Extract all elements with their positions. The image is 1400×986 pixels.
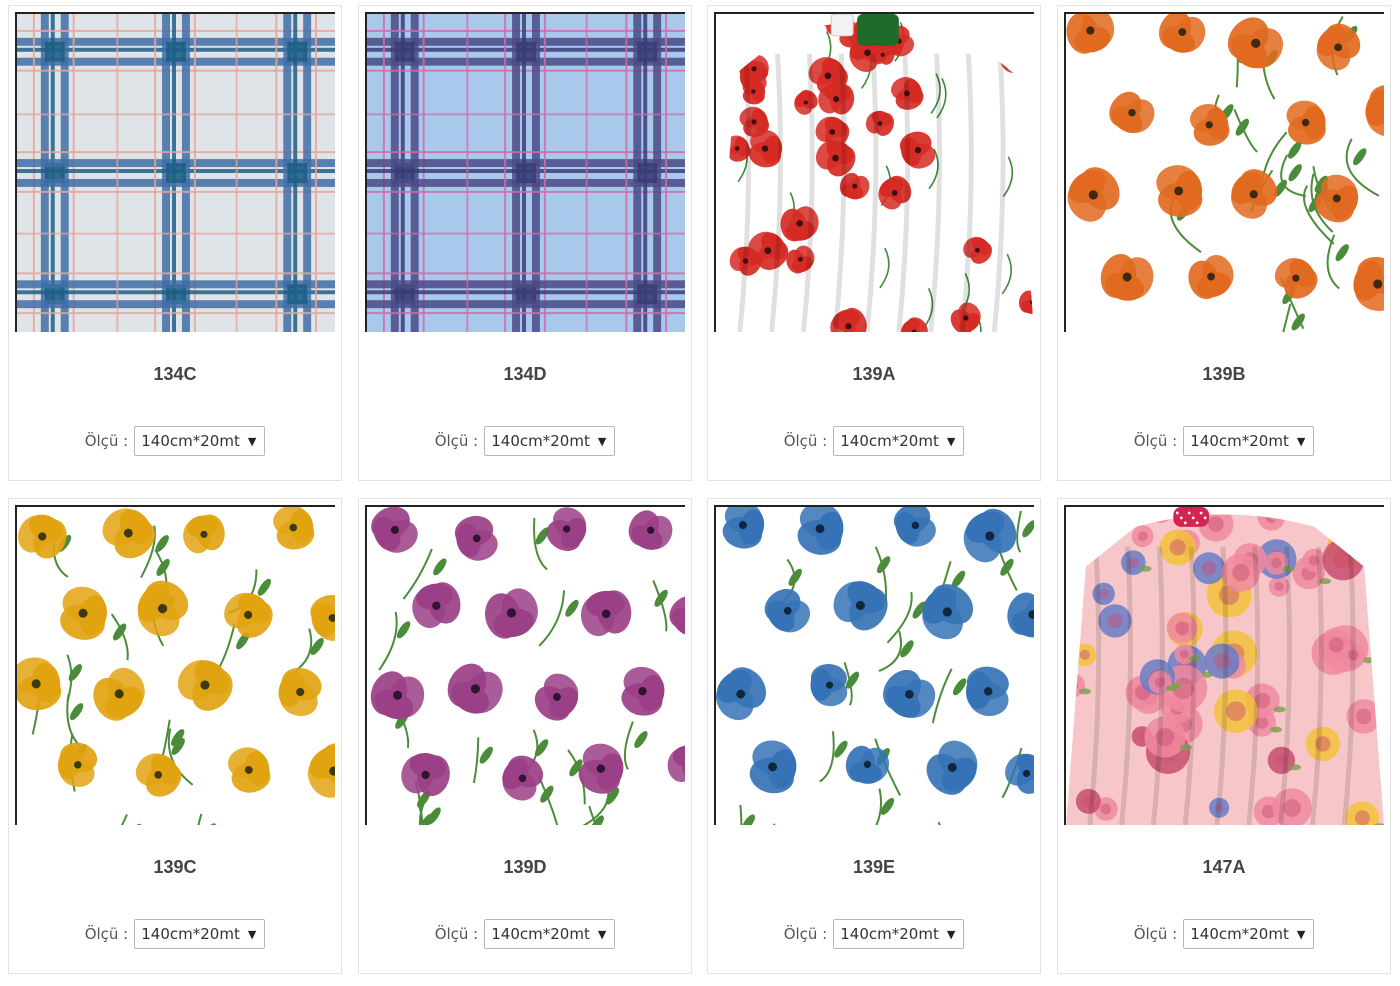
product-card[interactable]: 139D Ölçü : 140cm*20mt ▼ <box>358 498 692 974</box>
product-code[interactable]: 139C <box>9 857 341 878</box>
product-code[interactable]: 147A <box>1058 857 1390 878</box>
product-card[interactable]: 134C Ölçü : 140cm*20mt ▼ <box>8 5 342 481</box>
product-image[interactable] <box>365 505 685 825</box>
size-dropdown[interactable]: 140cm*20mt ▼ <box>1183 426 1315 456</box>
fabric-pattern <box>716 507 1034 825</box>
product-code[interactable]: 134C <box>9 364 341 385</box>
product-code[interactable]: 134D <box>359 364 691 385</box>
product-image[interactable] <box>15 505 335 825</box>
size-value: 140cm*20mt <box>1190 925 1289 943</box>
size-row: Ölçü : 140cm*20mt ▼ <box>1058 426 1390 456</box>
size-value: 140cm*20mt <box>840 925 939 943</box>
size-label: Ölçü : <box>434 925 479 943</box>
dropdown-arrow-icon: ▼ <box>946 927 956 941</box>
size-value: 140cm*20mt <box>840 432 939 450</box>
fabric-pattern <box>1066 14 1384 332</box>
fabric-pattern <box>17 14 335 332</box>
product-code[interactable]: 139A <box>708 364 1040 385</box>
fabric-pattern <box>367 507 685 825</box>
product-code[interactable]: 139B <box>1058 364 1390 385</box>
size-dropdown[interactable]: 140cm*20mt ▼ <box>1183 919 1315 949</box>
product-image[interactable] <box>365 12 685 332</box>
product-card[interactable]: 139C Ölçü : 140cm*20mt ▼ <box>8 498 342 974</box>
size-dropdown[interactable]: 140cm*20mt ▼ <box>833 919 965 949</box>
product-card[interactable]: 147A Ölçü : 140cm*20mt ▼ <box>1057 498 1391 974</box>
dropdown-arrow-icon: ▼ <box>597 927 607 941</box>
product-image[interactable] <box>1064 505 1384 825</box>
size-row: Ölçü : 140cm*20mt ▼ <box>708 919 1040 949</box>
size-value: 140cm*20mt <box>141 925 240 943</box>
dropdown-arrow-icon: ▼ <box>597 434 607 448</box>
size-row: Ölçü : 140cm*20mt ▼ <box>9 919 341 949</box>
product-image[interactable] <box>15 12 335 332</box>
size-dropdown[interactable]: 140cm*20mt ▼ <box>484 426 616 456</box>
dropdown-arrow-icon: ▼ <box>247 434 257 448</box>
size-label: Ölçü : <box>1133 925 1178 943</box>
dropdown-arrow-icon: ▼ <box>1296 434 1306 448</box>
size-dropdown[interactable]: 140cm*20mt ▼ <box>134 919 266 949</box>
dropdown-arrow-icon: ▼ <box>946 434 956 448</box>
size-row: Ölçü : 140cm*20mt ▼ <box>1058 919 1390 949</box>
fabric-pattern <box>367 14 685 332</box>
size-label: Ölçü : <box>783 432 828 450</box>
product-card[interactable]: 139B Ölçü : 140cm*20mt ▼ <box>1057 5 1391 481</box>
fabric-pattern <box>716 14 1034 332</box>
size-label: Ölçü : <box>1133 432 1178 450</box>
product-card[interactable]: 139E Ölçü : 140cm*20mt ▼ <box>707 498 1041 974</box>
product-grid: 134C Ölçü : 140cm*20mt ▼ 134D Ölçü : 140… <box>0 0 1400 986</box>
dropdown-arrow-icon: ▼ <box>247 927 257 941</box>
product-card[interactable]: 139A Ölçü : 140cm*20mt ▼ <box>707 5 1041 481</box>
size-row: Ölçü : 140cm*20mt ▼ <box>359 426 691 456</box>
size-value: 140cm*20mt <box>1190 432 1289 450</box>
product-code[interactable]: 139E <box>708 857 1040 878</box>
product-card[interactable]: 134D Ölçü : 140cm*20mt ▼ <box>358 5 692 481</box>
product-image[interactable] <box>714 505 1034 825</box>
product-image[interactable] <box>1064 12 1384 332</box>
size-dropdown[interactable]: 140cm*20mt ▼ <box>484 919 616 949</box>
product-code[interactable]: 139D <box>359 857 691 878</box>
fabric-pattern <box>17 507 335 825</box>
size-label: Ölçü : <box>783 925 828 943</box>
size-row: Ölçü : 140cm*20mt ▼ <box>9 426 341 456</box>
size-label: Ölçü : <box>434 432 479 450</box>
size-value: 140cm*20mt <box>141 432 240 450</box>
size-label: Ölçü : <box>84 432 129 450</box>
size-value: 140cm*20mt <box>491 925 590 943</box>
size-dropdown[interactable]: 140cm*20mt ▼ <box>134 426 266 456</box>
fabric-pattern <box>1066 507 1384 825</box>
size-value: 140cm*20mt <box>491 432 590 450</box>
size-row: Ölçü : 140cm*20mt ▼ <box>708 426 1040 456</box>
dropdown-arrow-icon: ▼ <box>1296 927 1306 941</box>
size-dropdown[interactable]: 140cm*20mt ▼ <box>833 426 965 456</box>
size-row: Ölçü : 140cm*20mt ▼ <box>359 919 691 949</box>
size-label: Ölçü : <box>84 925 129 943</box>
product-image[interactable] <box>714 12 1034 332</box>
